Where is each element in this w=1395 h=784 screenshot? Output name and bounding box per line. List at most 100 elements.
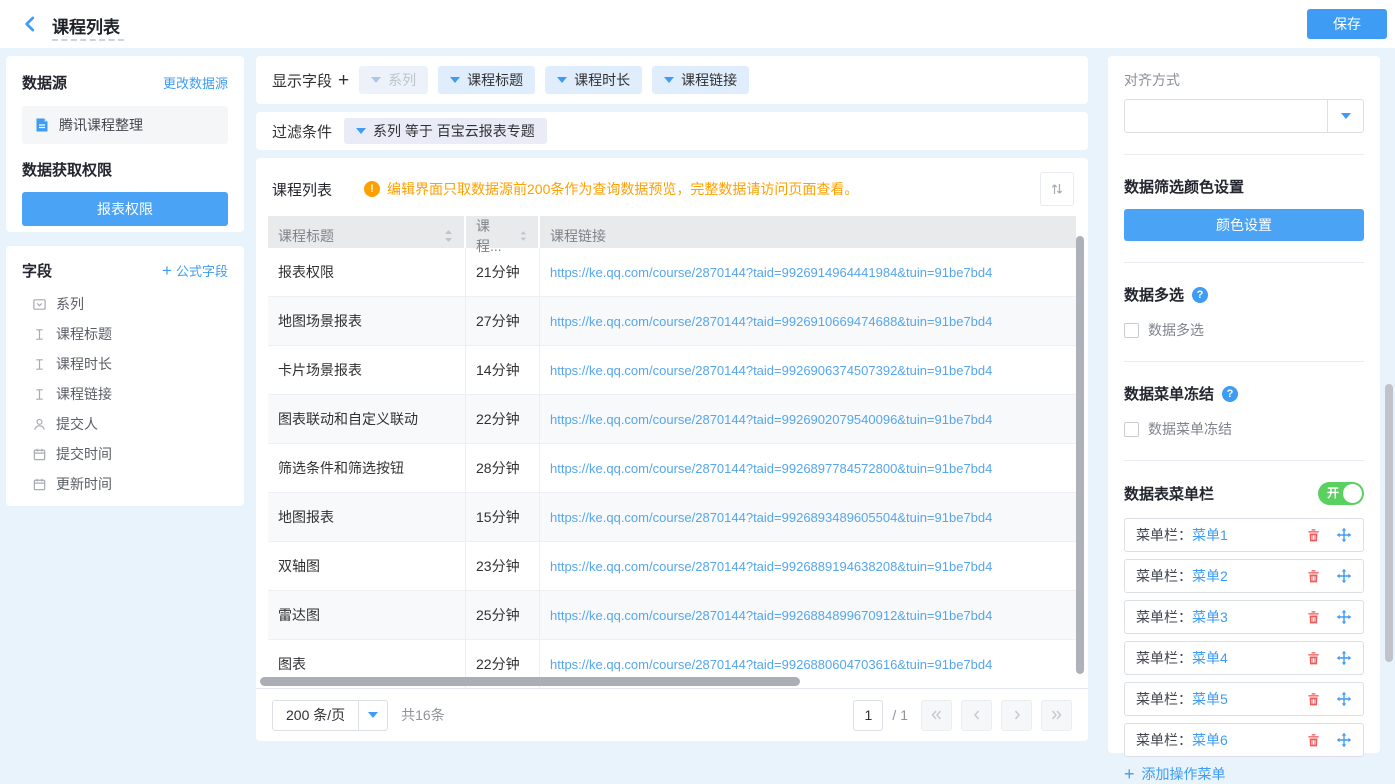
page-number-input[interactable]: 1	[853, 700, 883, 731]
table-panel: 课程列表 ! 编辑界面只取数据源前200条作为查询数据预览，完整数据请访问页面查…	[256, 158, 1088, 741]
cell-course-duration: 27分钟	[466, 297, 540, 345]
menubar-title-row: 数据表菜单栏 开	[1124, 482, 1364, 505]
sort-arrows-icon[interactable]	[443, 229, 454, 243]
field-item-submit-time[interactable]: 提交时间	[22, 439, 228, 469]
field-item-submitter[interactable]: 提交人	[22, 409, 228, 439]
save-button[interactable]: 保存	[1307, 9, 1387, 39]
next-page-button[interactable]	[1001, 700, 1032, 731]
menu-bar-item: 菜单栏：菜单4	[1124, 641, 1364, 675]
menu-bar-item: 菜单栏：菜单6	[1124, 723, 1364, 757]
menu-name-link[interactable]: 菜单1	[1192, 525, 1228, 545]
delete-icon[interactable]	[1306, 528, 1321, 543]
course-link[interactable]: https://ke.qq.com/course/2870144?taid=99…	[550, 608, 992, 623]
move-icon[interactable]	[1336, 650, 1352, 666]
filter-tag[interactable]: 系列 等于 百宝云报表专题	[344, 118, 547, 144]
page-total-label: / 1	[892, 707, 908, 723]
add-display-field-button[interactable]: +	[338, 71, 349, 90]
delete-icon[interactable]	[1306, 692, 1321, 707]
cell-course-link: https://ke.qq.com/course/2870144?taid=99…	[540, 444, 1076, 492]
move-icon[interactable]	[1336, 568, 1352, 584]
delete-icon[interactable]	[1306, 610, 1321, 625]
delete-icon[interactable]	[1306, 733, 1321, 748]
title-underline	[52, 39, 124, 41]
course-link[interactable]: https://ke.qq.com/course/2870144?taid=99…	[550, 363, 992, 378]
multiselect-checkbox-row[interactable]: 数据多选	[1124, 320, 1364, 340]
help-icon[interactable]: ?	[1192, 287, 1208, 303]
freeze-checkbox[interactable]	[1124, 422, 1139, 437]
total-count: 共16条	[401, 705, 445, 725]
pagination-bar: 200 条/页 共16条 1 / 1	[256, 688, 1088, 741]
chevron-right-icon	[1011, 709, 1023, 721]
move-icon[interactable]	[1336, 527, 1352, 543]
table-horizontal-scrollbar[interactable]	[260, 677, 800, 686]
move-icon[interactable]	[1336, 609, 1352, 625]
add-action-menu-link[interactable]: + 添加操作菜单	[1124, 764, 1364, 784]
course-link[interactable]: https://ke.qq.com/course/2870144?taid=99…	[550, 559, 992, 574]
table-row: 双轴图 23分钟 https://ke.qq.com/course/287014…	[268, 542, 1076, 591]
page-vertical-scrollbar[interactable]	[1385, 384, 1393, 662]
menu-name-link[interactable]: 菜单4	[1192, 648, 1228, 668]
chevron-down-icon	[368, 712, 378, 718]
page-size-select[interactable]: 200 条/页	[272, 700, 388, 731]
move-icon[interactable]	[1336, 691, 1352, 707]
cell-course-title: 报表权限	[268, 248, 466, 296]
cell-course-duration: 21分钟	[466, 248, 540, 296]
back-icon[interactable]	[20, 14, 40, 34]
display-tag-course-title[interactable]: 课程标题	[438, 66, 535, 94]
course-link[interactable]: https://ke.qq.com/course/2870144?taid=99…	[550, 657, 992, 672]
menu-bar-item: 菜单栏：菜单5	[1124, 682, 1364, 716]
last-page-button[interactable]	[1041, 700, 1072, 731]
menu-name-link[interactable]: 菜单5	[1192, 689, 1228, 709]
align-select[interactable]	[1124, 99, 1364, 133]
chevron-down-icon	[450, 77, 460, 83]
chevron-down-icon	[371, 77, 381, 83]
display-fields-label: 显示字段	[272, 70, 332, 91]
field-list: 系列 课程标题 课程时长 课程链接 提交人 提交时间 更新时间	[22, 289, 228, 499]
cell-course-duration: 14分钟	[466, 346, 540, 394]
field-item-update-time[interactable]: 更新时间	[22, 469, 228, 499]
cell-course-link: https://ke.qq.com/course/2870144?taid=99…	[540, 346, 1076, 394]
display-tag-course-duration[interactable]: 课程时长	[545, 66, 642, 94]
divider	[1124, 460, 1364, 461]
double-chevron-right-icon	[1050, 709, 1063, 721]
freeze-checkbox-row[interactable]: 数据菜单冻结	[1124, 419, 1364, 439]
field-item-course-link[interactable]: 课程链接	[22, 379, 228, 409]
multiselect-checkbox[interactable]	[1124, 323, 1139, 338]
field-item-course-duration[interactable]: 课程时长	[22, 349, 228, 379]
delete-icon[interactable]	[1306, 569, 1321, 584]
datasource-name: 腾讯课程整理	[59, 115, 143, 135]
add-formula-field-link[interactable]: +公式字段	[162, 261, 228, 281]
menu-bar-item: 菜单栏：菜单2	[1124, 559, 1364, 593]
color-setting-title: 数据筛选颜色设置	[1124, 176, 1364, 197]
help-icon[interactable]: ?	[1222, 386, 1238, 402]
menu-name-link[interactable]: 菜单3	[1192, 607, 1228, 627]
display-tag-course-link[interactable]: 课程链接	[652, 66, 749, 94]
change-datasource-link[interactable]: 更改数据源	[163, 73, 228, 92]
first-page-button[interactable]	[921, 700, 952, 731]
cell-course-title: 双轴图	[268, 542, 466, 590]
align-select-value	[1125, 100, 1327, 132]
color-setting-button[interactable]: 颜色设置	[1124, 209, 1364, 241]
course-link[interactable]: https://ke.qq.com/course/2870144?taid=99…	[550, 461, 992, 476]
previous-page-button[interactable]	[961, 700, 992, 731]
table-vertical-scrollbar[interactable]	[1076, 236, 1084, 674]
delete-icon[interactable]	[1306, 651, 1321, 666]
sort-order-button[interactable]	[1040, 172, 1074, 206]
course-link[interactable]: https://ke.qq.com/course/2870144?taid=99…	[550, 265, 992, 280]
menu-name-link[interactable]: 菜单6	[1192, 730, 1228, 750]
menubar-toggle[interactable]: 开	[1318, 482, 1364, 505]
display-fields-bar: 显示字段 + 系列 课程标题 课程时长 课程链接	[256, 56, 1088, 104]
cell-course-title: 地图场景报表	[268, 297, 466, 345]
move-icon[interactable]	[1336, 732, 1352, 748]
course-link[interactable]: https://ke.qq.com/course/2870144?taid=99…	[550, 412, 992, 427]
display-tag-series[interactable]: 系列	[359, 66, 428, 94]
course-link[interactable]: https://ke.qq.com/course/2870144?taid=99…	[550, 314, 992, 329]
cell-course-title: 图表联动和自定义联动	[268, 395, 466, 443]
course-link[interactable]: https://ke.qq.com/course/2870144?taid=99…	[550, 510, 992, 525]
report-permission-button[interactable]: 报表权限	[22, 192, 228, 226]
field-item-course-title[interactable]: 课程标题	[22, 319, 228, 349]
menu-name-link[interactable]: 菜单2	[1192, 566, 1228, 586]
sort-arrows-icon[interactable]	[519, 229, 528, 243]
datasource-item[interactable]: 腾讯课程整理	[22, 106, 228, 144]
field-item-series[interactable]: 系列	[22, 289, 228, 319]
